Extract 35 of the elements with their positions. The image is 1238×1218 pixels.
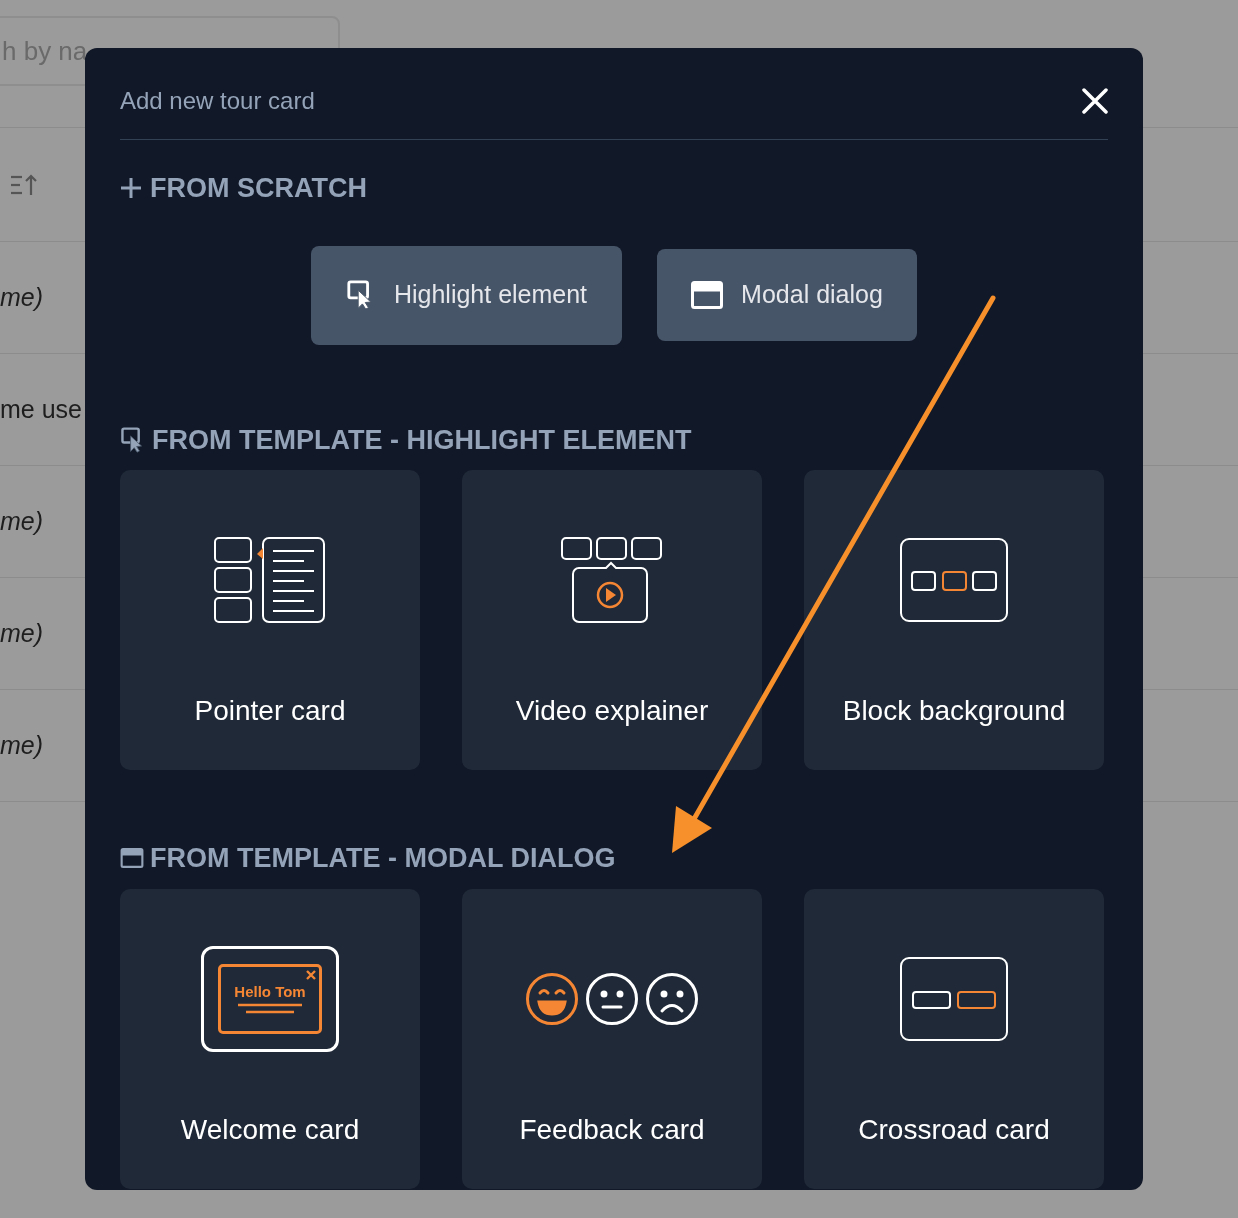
template-card[interactable]: Block background [804, 470, 1104, 770]
text-lines-icon [238, 1002, 302, 1014]
template-card[interactable]: Video explainer [462, 470, 762, 770]
greeting-text: Hello Tom [234, 983, 306, 1001]
card-label: Video explainer [515, 694, 709, 728]
happy-face-icon [525, 971, 579, 1026]
card-label: Block background [842, 694, 1066, 728]
card-label: Feedback card [519, 1112, 705, 1147]
plus-icon [120, 177, 142, 200]
section-heading: FROM SCRATCH [150, 172, 367, 205]
sort-icon [10, 173, 38, 196]
template-card[interactable]: Feedback card [462, 888, 762, 1189]
create-button[interactable]: Highlight element [311, 245, 622, 345]
row-text: me use [0, 393, 82, 425]
template-card[interactable]: Hello Tom Welcome card [120, 888, 420, 1189]
create-button[interactable]: Modal dialog [657, 249, 917, 341]
sad-face-icon [645, 971, 699, 1026]
row-text: me) [0, 729, 44, 761]
template-card[interactable]: Crossroad card [804, 888, 1104, 1189]
row-text: me) [0, 505, 44, 537]
close-button[interactable] [1080, 85, 1110, 116]
card-label: Crossroad card [858, 1112, 1050, 1147]
card-label: Welcome card [180, 1112, 360, 1147]
window-icon [691, 281, 724, 309]
template-card[interactable]: Pointer card [120, 470, 420, 770]
close-icon [306, 969, 316, 980]
close-icon [1082, 87, 1108, 114]
row-text: me) [0, 281, 44, 313]
section-heading: FROM TEMPLATE - HIGHLIGHT ELEMENT [152, 423, 692, 457]
section-heading: FROM TEMPLATE - MODAL DIALOG [150, 842, 616, 875]
neutral-face-icon [585, 971, 639, 1026]
card-label: Pointer card [194, 694, 346, 728]
dialog-title: Add new tour card [120, 85, 315, 116]
row-text: me) [0, 617, 44, 649]
window-icon [120, 848, 144, 869]
